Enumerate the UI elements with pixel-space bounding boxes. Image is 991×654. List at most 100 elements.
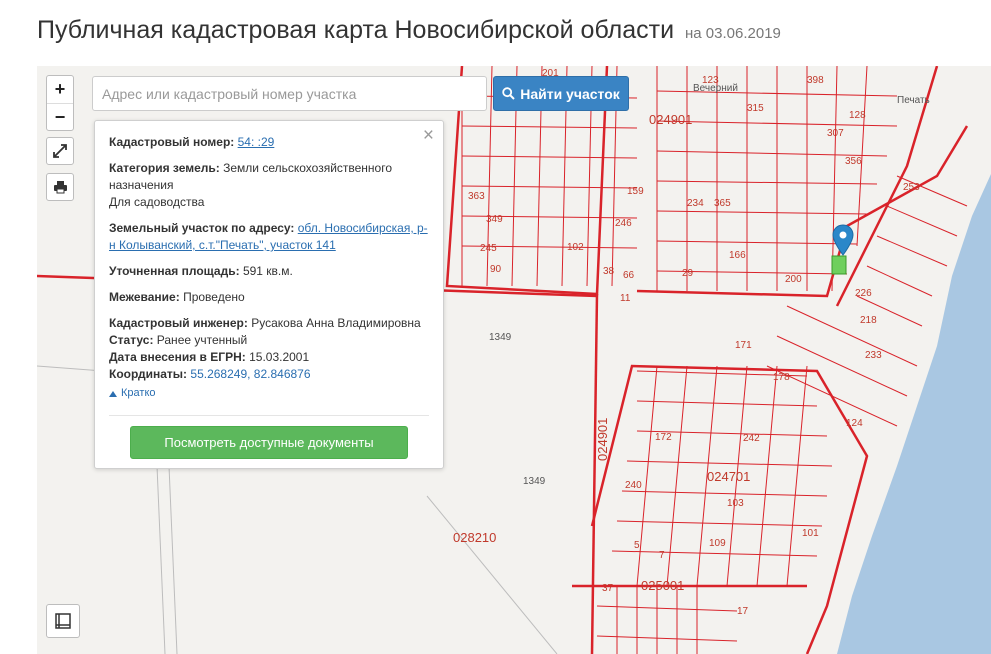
engineer-label: Кадастровый инженер: [109,316,248,330]
parcel-labels: 201 123 398 315 128 307 356 253 363 349 … [468,68,920,617]
parcel-num: 109 [709,538,726,549]
parcel-num: 234 [687,198,704,209]
parcel-num: 253 [903,182,920,193]
category-row: Категория земель: Земли сельскохозяйстве… [109,160,429,211]
close-panel-button[interactable]: × [423,126,434,146]
area-label: Уточненная площадь: [109,264,240,278]
cad-number-label: Кадастровый номер: [109,135,235,149]
parcel-num: 240 [625,480,642,491]
parcel-num: 103 [727,498,744,509]
cadastral-map[interactable]: 024901 024901 024701 028210 025001 1349 … [37,66,991,654]
print-button[interactable] [46,173,74,201]
survey-value: Проведено [183,290,245,304]
parcel-num: 101 [802,528,819,539]
parcel-num: 349 [486,214,503,225]
area-label-2: 1349 [523,476,546,487]
parcel-num: 7 [659,550,665,561]
parcel-num: 11 [620,293,631,304]
collapse-toggle[interactable]: Кратко [109,385,429,402]
address-label: Земельный участок по адресу: [109,221,295,235]
egrn-label: Дата внесения в ЕГРН: [109,350,246,364]
quarter-label-2: 024901 [595,418,610,461]
parcel-num: 363 [468,191,485,202]
parcel-num: 37 [602,583,614,594]
egrn-row: Дата внесения в ЕГРН: 15.03.2001 [109,349,429,366]
category-label: Категория земель: [109,161,220,175]
parcel-num: 17 [737,606,749,617]
area-row: Уточненная площадь: 591 кв.м. [109,263,429,280]
parcel-num: 242 [743,433,760,444]
parcel-num: 315 [747,103,764,114]
layers-button[interactable] [46,604,80,638]
view-documents-button[interactable]: Посмотреть доступные документы [130,426,408,459]
parcel-num: 38 [603,266,615,277]
quarter-label-3: 024701 [707,469,750,484]
parcel-num: 5 [634,540,640,551]
location-marker-icon[interactable] [832,224,854,256]
ruler-icon [55,613,71,629]
zoom-in-button[interactable]: + [47,76,73,103]
search-button-label: Найти участок [520,85,620,102]
fullscreen-button[interactable] [46,137,74,165]
parcel-num: 365 [714,198,731,209]
survey-label: Межевание: [109,290,180,304]
zoom-controls: + − [46,75,74,131]
parcel-info-panel: × Кадастровый номер: 54: :29 Категория з… [94,120,444,469]
parcel-num: 245 [480,243,497,254]
address-row: Земельный участок по адресу: обл. Новоси… [109,220,429,254]
parcel-num: 398 [807,75,824,86]
parcel-num: 90 [490,264,502,275]
category-value2: Для садоводства [109,195,205,209]
parcel-num: 172 [655,432,672,443]
coords-label: Координаты: [109,367,188,381]
quarter-label-4: 028210 [453,530,496,545]
parcel-num: 246 [615,218,632,229]
parcel-num: 123 [702,75,719,86]
search-input[interactable] [92,76,487,111]
cad-number-row: Кадастровый номер: 54: :29 [109,134,429,151]
parcel-num: 356 [845,156,862,167]
status-label: Статус: [109,333,154,347]
quarter-label-5: 025001 [641,578,684,593]
parcel-num: 124 [846,418,863,429]
parcel-num: 307 [827,128,844,139]
search-icon [502,87,515,100]
page-title: Публичная кадастровая карта Новосибирско… [37,16,781,45]
egrn-value: 15.03.2001 [249,350,310,364]
selected-parcel [831,255,847,275]
panel-divider [109,415,429,416]
parcel-num: 233 [865,350,882,361]
parcel-num: 159 [627,186,644,197]
coords-row: Координаты: 55.268249, 82.846876 [109,366,429,383]
page-title-text: Публичная кадастровая карта Новосибирско… [37,16,675,44]
parcel-num: 218 [860,315,877,326]
area-label-1: 1349 [489,332,512,343]
parcel-num: 66 [623,270,635,281]
zoom-out-button[interactable]: − [47,103,73,130]
area-labels: 1349 1349 Вечерний Печать [489,83,930,487]
collapse-toggle-label: Кратко [121,387,156,399]
survey-row: Межевание: Проведено [109,289,429,306]
parcel-num: 178 [773,372,790,383]
expand-icon [53,144,67,158]
cad-number-link[interactable]: 54: :29 [238,135,275,149]
parcel-num: 171 [735,340,752,351]
area-value: 591 кв.м. [242,264,293,278]
parcel-num: 128 [849,110,866,121]
engineer-row: Кадастровый инженер: Русакова Анна Влади… [109,315,429,332]
quarter-label-1: 024901 [649,112,692,127]
parcel-num: 200 [785,274,802,285]
coords-link[interactable]: 55.268249, 82.846876 [190,367,310,381]
status-value: Ранее учтенный [156,333,248,347]
search-button[interactable]: Найти участок [493,76,629,111]
road-label-2: Печать [897,95,930,106]
page-date: на 03.06.2019 [685,25,781,42]
parcel-num: 226 [855,288,872,299]
parcel-num: 102 [567,242,584,253]
caret-up-icon [109,390,117,397]
engineer-value: Русакова Анна Владимировна [251,316,421,330]
river-water [837,174,991,654]
parcel-num: 29 [682,268,694,279]
status-row: Статус: Ранее учтенный [109,332,429,349]
parcel-num: 166 [729,250,746,261]
